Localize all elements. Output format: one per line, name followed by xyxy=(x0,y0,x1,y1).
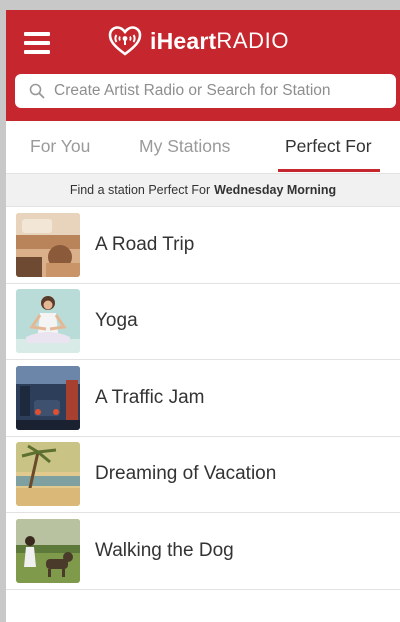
walking-dog-photo xyxy=(16,518,80,583)
list-item[interactable]: Yoga xyxy=(6,284,400,360)
station-label: A Road Trip xyxy=(95,233,195,255)
station-label: A Traffic Jam xyxy=(95,386,205,408)
logo-radio-text: RADIO xyxy=(216,28,290,53)
active-tab-indicator xyxy=(278,169,380,172)
tab-my-stations[interactable]: My Stations xyxy=(139,136,230,157)
search-icon xyxy=(29,83,45,99)
list-item[interactable]: A Road Trip xyxy=(6,207,400,284)
list-item[interactable]: A Traffic Jam xyxy=(6,360,400,437)
search-bar[interactable] xyxy=(15,74,396,108)
banner-prefix: Find a station Perfect For xyxy=(69,183,211,197)
list-item[interactable]: Walking the Dog xyxy=(6,513,400,590)
iheart-logo-icon xyxy=(108,26,142,56)
vacation-photo xyxy=(16,442,80,507)
tab-for-you[interactable]: For You xyxy=(30,136,90,157)
perfect-for-banner: Find a station Perfect For Wednesday Mor… xyxy=(6,174,400,207)
tab-bar: For You My Stations Perfect For xyxy=(6,121,400,174)
banner-time: Wednesday Morning xyxy=(214,183,337,197)
app-header: iHeart RADIO xyxy=(6,10,400,121)
hamburger-menu-icon[interactable] xyxy=(24,32,50,54)
station-label: Yoga xyxy=(95,310,138,332)
logo-brand-text: iHeart xyxy=(150,27,217,54)
app-logo: iHeart RADIO xyxy=(106,24,289,58)
station-list: A Road Trip Yoga A Traffic Jam Dreaming … xyxy=(6,207,400,590)
yoga-photo xyxy=(16,289,80,354)
station-label: Dreaming of Vacation xyxy=(95,463,277,485)
tab-perfect-for[interactable]: Perfect For xyxy=(285,136,372,157)
traffic-jam-photo xyxy=(16,365,80,430)
app-screen: iHeart RADIO For You My Stations Perfect… xyxy=(6,10,400,622)
list-item[interactable]: Dreaming of Vacation xyxy=(6,437,400,513)
search-input[interactable] xyxy=(54,82,394,100)
station-label: Walking the Dog xyxy=(95,539,234,561)
road-trip-photo xyxy=(16,212,80,277)
